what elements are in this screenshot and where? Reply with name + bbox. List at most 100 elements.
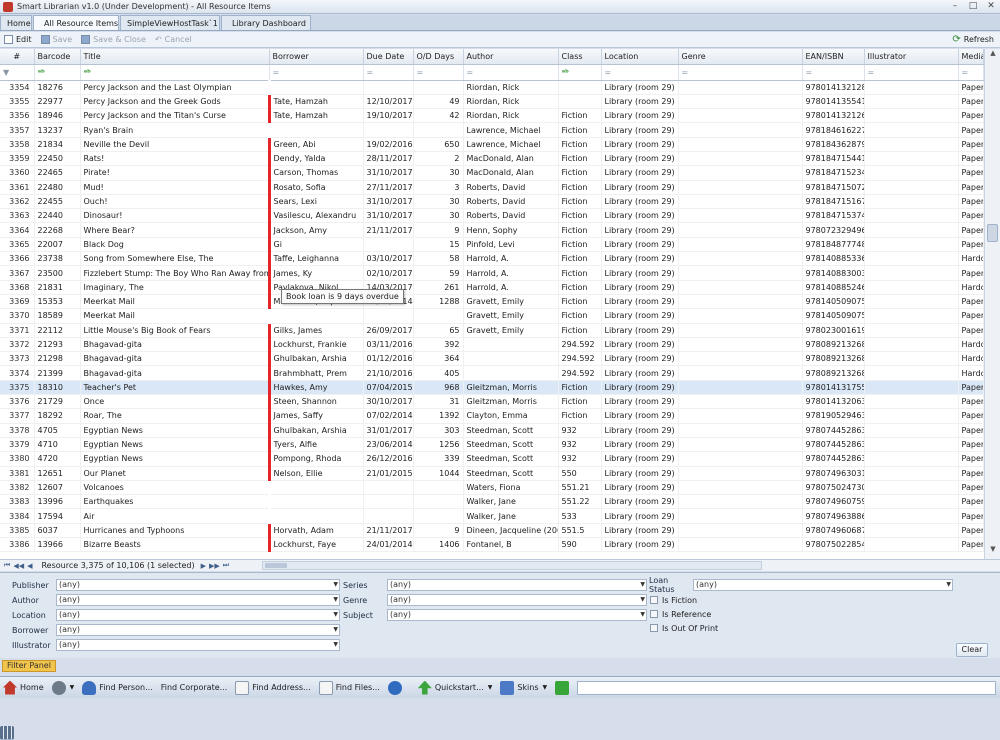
column-filter-o-d-days[interactable]: =: [413, 64, 464, 81]
tab-simpleviewhosttask[interactable]: SimpleViewHostTask`1: [120, 15, 220, 30]
column-filter-media[interactable]: =: [958, 64, 984, 81]
column-filter-genre[interactable]: =: [678, 64, 803, 81]
scroll-down-icon[interactable]: ▼: [985, 545, 1000, 557]
column-filter-illustrator[interactable]: =: [864, 64, 959, 81]
go-button[interactable]: [555, 680, 570, 695]
column-filter-location[interactable]: =: [601, 64, 679, 81]
column-filter-class[interactable]: ᵃᵇ: [558, 64, 602, 81]
horizontal-scrollbar[interactable]: [262, 561, 763, 570]
table-row[interactable]: 3359 22450 Rats! Dendy, Yalda 28/11/2017 2 Mac…: [0, 151, 984, 167]
publisher-select[interactable]: (any) ▼: [56, 579, 340, 591]
quickstart-button[interactable]: Quickstart... ▼: [417, 680, 492, 695]
table-row[interactable]: 3366 23738 Song from Somewhere Else, The Ta…: [0, 251, 984, 267]
table-row[interactable]: 3354 18276 Percy Jackson and the Last Olym…: [0, 80, 984, 95]
sync-button[interactable]: [387, 680, 402, 695]
find-files-button[interactable]: Find Files...: [318, 680, 380, 695]
column-filter-ean-isbn[interactable]: =: [802, 64, 865, 81]
table-row[interactable]: 3364 22268 Where Bear? Jackson, Amy 21/11/20…: [0, 222, 984, 238]
table-row[interactable]: 3376 21729 Once Steen, Shannon 30/10/2017 31 G…: [0, 394, 984, 410]
genre-select[interactable]: (any) ▼: [387, 594, 647, 606]
table-row[interactable]: 3363 22440 Dinosaur! Vasilescu, Alexandru 31…: [0, 208, 984, 224]
tab-home[interactable]: Home: [0, 15, 32, 30]
table-row[interactable]: 3358 21834 Neville the Devil Green, Abi 19/0…: [0, 137, 984, 152]
skins-button[interactable]: Skins ▼: [500, 680, 547, 695]
minimize-button[interactable]: –: [946, 0, 964, 13]
scroll-thumb[interactable]: [987, 224, 998, 242]
column-header-author[interactable]: Author: [463, 49, 559, 65]
column-header-borrower[interactable]: Borrower: [269, 49, 364, 65]
column-header-ean-isbn[interactable]: EAN/ISBN: [802, 49, 865, 65]
clear-button[interactable]: Clear: [956, 643, 988, 657]
table-row[interactable]: 3382 12607 Volcanoes Waters, Fiona 551.21 Lib…: [0, 480, 984, 496]
table-row[interactable]: 3370 18589 Meerkat Mail Gravett, Emily Ficti…: [0, 308, 984, 324]
table-row[interactable]: 3385 6037 Hurricanes and Typhoons Horvath, …: [0, 523, 984, 539]
column-filter-title[interactable]: ᵃᵇ: [80, 64, 270, 81]
table-row[interactable]: 3372 21293 Bhagavad-gita Lockhurst, Frankie…: [0, 337, 984, 353]
tab-all-resource-items[interactable]: All Resource Items ✕: [33, 15, 129, 30]
column-header-media[interactable]: Media: [958, 49, 984, 65]
next-record-icon[interactable]: ▶: [201, 562, 206, 570]
table-row[interactable]: 3384 17594 Air Walker, Jane 533 Library (room…: [0, 508, 984, 524]
next-page-icon[interactable]: ▶▶: [209, 562, 220, 570]
save-button[interactable]: Save: [40, 35, 72, 44]
cancel-button[interactable]: ↶ Cancel: [155, 35, 192, 44]
save-close-button[interactable]: Save & Close: [81, 35, 146, 44]
first-record-icon[interactable]: ⏮: [4, 561, 10, 570]
table-row[interactable]: 336915353Meerkat MailMcCannon, Sophie22/…: [0, 294, 984, 310]
last-record-icon[interactable]: ⏭: [223, 561, 229, 570]
column-filter-barcode[interactable]: ᵃᵇ: [34, 64, 81, 81]
vertical-scrollbar[interactable]: ▲ ▼: [984, 49, 1000, 570]
column-header-illustrator[interactable]: Illustrator: [864, 49, 959, 65]
table-row[interactable]: 3365 22007 Black Dog Gi 15 Pinfold, Levi Ficti…: [0, 237, 984, 253]
borrower-select[interactable]: (any) ▼: [56, 624, 340, 636]
table-row[interactable]: 3381 12651 Our Planet Nelson, Ellie 21/01/20…: [0, 466, 984, 481]
loan-status-select[interactable]: (any) ▼: [693, 579, 953, 591]
table-row[interactable]: 3380 4720 Egyptian News Pompong, Rhoda 26/12…: [0, 451, 984, 467]
is-reference-checkbox[interactable]: Is Reference: [650, 608, 711, 620]
column-header-due-date[interactable]: Due Date: [363, 49, 414, 65]
column-header-class[interactable]: Class: [558, 49, 602, 65]
location-select[interactable]: (any) ▼: [56, 609, 340, 621]
scroll-up-icon[interactable]: ▲: [985, 49, 1000, 61]
maximize-button[interactable]: □: [964, 0, 982, 13]
column-header-o-d-days[interactable]: O/D Days: [413, 49, 464, 65]
table-row[interactable]: 3383 13996 Earthquakes Walker, Jane 551.22 Li…: [0, 494, 984, 510]
table-row[interactable]: 3368 21831 Imaginary, The Pavlakova, Nikol 1…: [0, 280, 984, 295]
table-row[interactable]: 3371 22112 Little Mouse's Big Book of Fear…: [0, 323, 984, 338]
prev-page-icon[interactable]: ◀◀: [13, 562, 24, 570]
command-input[interactable]: [577, 680, 996, 695]
table-row[interactable]: 3361 22480 Mud! Rosato, Sofia 27/11/2017 3 Rob…: [0, 180, 984, 195]
refresh-button[interactable]: ⟳ Refresh: [952, 35, 994, 45]
table-row[interactable]: 3360 22465 Pirate! Carson, Thomas 31/10/2017…: [0, 165, 984, 181]
column-header-row-number[interactable]: #: [0, 49, 35, 65]
is-out-of-print-checkbox[interactable]: Is Out Of Print: [650, 622, 718, 634]
subject-select[interactable]: (any) ▼: [387, 609, 647, 621]
column-header-location[interactable]: Location: [601, 49, 679, 65]
close-window-button[interactable]: ✕: [982, 0, 1000, 13]
author-select[interactable]: (any) ▼: [56, 594, 340, 606]
tools-button[interactable]: ▼: [51, 680, 74, 695]
home-button[interactable]: Home: [3, 680, 44, 695]
table-row[interactable]: 3356 18946 Percy Jackson and the Titan's C…: [0, 108, 984, 124]
illustrator-select[interactable]: (any) ▼: [56, 639, 340, 651]
column-filter-author[interactable]: =: [463, 64, 559, 81]
is-fiction-checkbox[interactable]: Is Fiction: [650, 594, 697, 606]
column-header-title[interactable]: Title: [80, 49, 270, 65]
table-row[interactable]: 3367 23500 Fizzlebert Stump: The Boy Who R…: [0, 265, 984, 281]
find-corporate-button[interactable]: Find Corporate...: [161, 683, 228, 692]
find-person-button[interactable]: Find Person...: [82, 680, 153, 695]
column-filter-due-date[interactable]: =: [363, 64, 414, 81]
table-row[interactable]: 3373 21298 Bhagavad-gita Ghulbakan, Arshia 0…: [0, 351, 984, 367]
table-row[interactable]: 3355 22977 Percy Jackson and the Greek God…: [0, 94, 984, 110]
filter-panel-tab[interactable]: Filter Panel: [2, 660, 56, 672]
table-row[interactable]: 3377 18292 Roar, The James, Saffy 07/02/2014…: [0, 408, 984, 424]
table-row[interactable]: 3357 13237 Ryan's Brain Lawrence, Michael Fi…: [0, 122, 984, 138]
prev-record-icon[interactable]: ◀: [27, 562, 32, 570]
find-address-button[interactable]: Find Address...: [235, 680, 311, 695]
table-row[interactable]: 3362 22455 Ouch! Sears, Lexi 31/10/2017 30 Rob…: [0, 194, 984, 210]
column-header-genre[interactable]: Genre: [678, 49, 803, 65]
tab-library-dashboard[interactable]: Library Dashboard: [221, 15, 311, 30]
column-filter-row-number[interactable]: ▼: [0, 64, 35, 81]
column-header-barcode[interactable]: Barcode: [34, 49, 81, 65]
column-filter-borrower[interactable]: =: [269, 64, 364, 81]
